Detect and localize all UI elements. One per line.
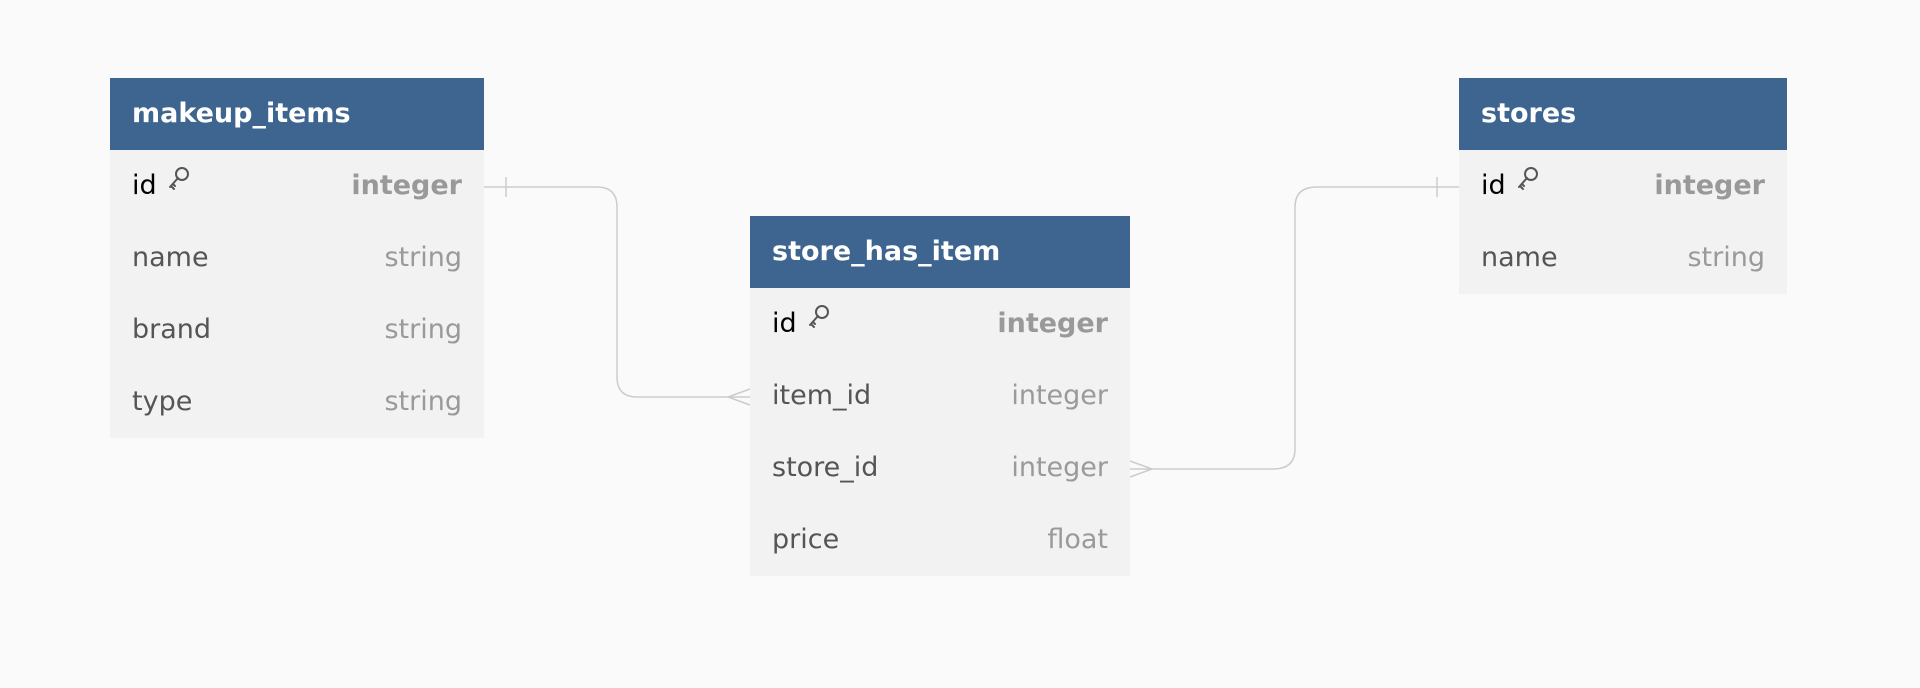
table-header[interactable]: makeup_items xyxy=(110,78,484,150)
column-name-cell: id xyxy=(132,150,191,222)
key-icon xyxy=(807,286,831,358)
column-type: float xyxy=(1047,524,1108,555)
column-name: id xyxy=(1481,170,1506,201)
column-type: string xyxy=(384,242,462,273)
column-name-cell: id xyxy=(772,288,831,360)
table-row[interactable]: name string xyxy=(110,222,484,294)
column-name: price xyxy=(772,524,840,555)
column-name: id xyxy=(772,308,797,339)
column-name-cell: id xyxy=(1481,150,1540,222)
table-row[interactable]: type string xyxy=(110,366,484,438)
column-type: integer xyxy=(351,170,462,201)
relation-makeup-items-to-store-has-item xyxy=(484,186,750,398)
table-row[interactable]: item_id integer xyxy=(750,360,1130,432)
table-row[interactable]: brand string xyxy=(110,294,484,366)
column-type: string xyxy=(1687,242,1765,273)
table-row[interactable]: id integer xyxy=(110,150,484,222)
er-diagram-canvas: makeup_items id integer name string bran… xyxy=(0,0,1920,688)
column-type: integer xyxy=(1654,170,1765,201)
column-name: store_id xyxy=(772,452,879,483)
column-type: string xyxy=(384,386,462,417)
key-icon xyxy=(167,148,191,220)
table-row[interactable]: store_id integer xyxy=(750,432,1130,504)
table-header[interactable]: store_has_item xyxy=(750,216,1130,288)
column-type: integer xyxy=(1011,452,1108,483)
column-name: item_id xyxy=(772,380,872,411)
column-name: brand xyxy=(132,314,212,345)
table-row[interactable]: id integer xyxy=(1459,150,1787,222)
column-name: name xyxy=(132,242,209,273)
table-header[interactable]: stores xyxy=(1459,78,1787,150)
table-stores[interactable]: stores id integer name string xyxy=(1459,78,1787,294)
key-icon xyxy=(1516,148,1540,220)
table-row[interactable]: name string xyxy=(1459,222,1787,294)
column-name: name xyxy=(1481,242,1558,273)
column-type: string xyxy=(384,314,462,345)
table-makeup-items[interactable]: makeup_items id integer name string bran… xyxy=(110,78,484,438)
column-name: type xyxy=(132,386,193,417)
relation-stores-to-store-has-item xyxy=(1130,186,1459,470)
table-row[interactable]: id integer xyxy=(750,288,1130,360)
table-store-has-item[interactable]: store_has_item id integer item_id intege… xyxy=(750,216,1130,576)
column-type: integer xyxy=(997,308,1108,339)
column-name: id xyxy=(132,170,157,201)
column-type: integer xyxy=(1011,380,1108,411)
table-row[interactable]: price float xyxy=(750,504,1130,576)
